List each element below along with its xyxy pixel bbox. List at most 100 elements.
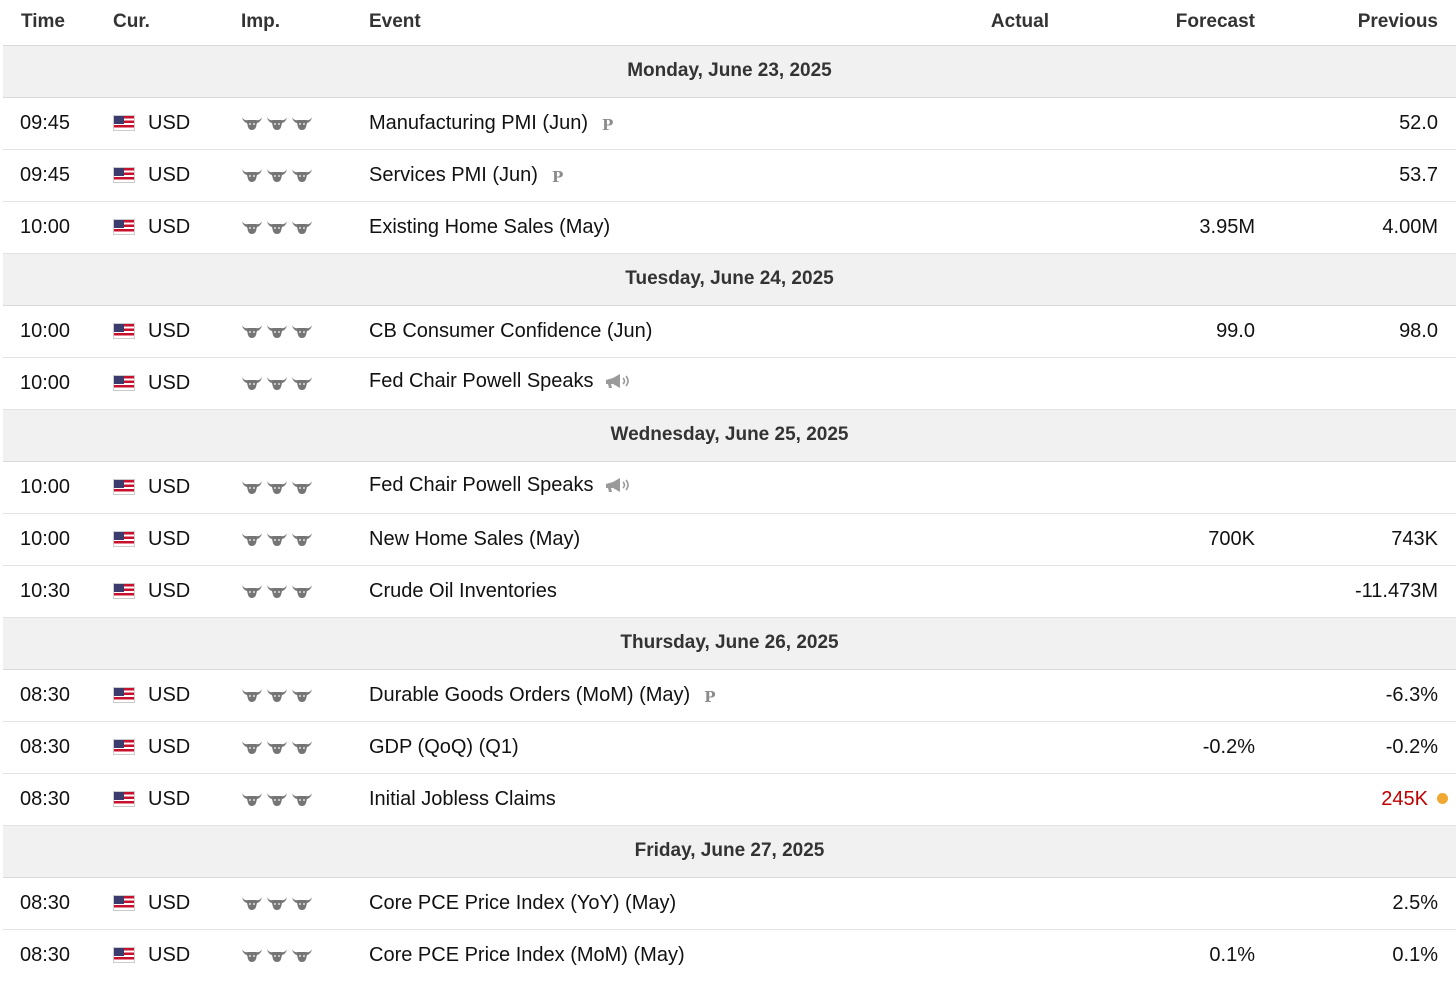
event-row[interactable]: 08:30 USD Durable Goods Orders (MoM) (May)… — [3, 669, 1456, 722]
importance-cell — [241, 97, 369, 150]
bull-icon — [242, 221, 262, 235]
previous-value: -6.3% — [1385, 683, 1438, 706]
actual-value — [901, 565, 1067, 618]
event-name[interactable]: Existing Home Sales (May) — [369, 216, 610, 238]
importance-cell — [241, 149, 369, 202]
us-flag-icon — [113, 946, 135, 963]
event-row[interactable]: 08:30 USD Core PCE Price Index (YoY) (May)… — [3, 877, 1456, 930]
previous-value: 743K — [1391, 527, 1438, 550]
event-name[interactable]: Core PCE Price Index (YoY) (May) — [369, 892, 676, 914]
actual-value — [901, 97, 1067, 150]
event-name[interactable]: New Home Sales (May) — [369, 528, 580, 550]
forecast-value — [1067, 669, 1273, 722]
header-actual[interactable]: Actual — [901, 0, 1067, 46]
actual-value — [901, 149, 1067, 202]
header-currency[interactable]: Cur. — [113, 0, 241, 46]
previous-cell: 245K — [1273, 773, 1456, 826]
bull-icon — [242, 689, 262, 703]
bull-icon — [292, 169, 312, 183]
event-name[interactable]: Fed Chair Powell Speaks — [369, 474, 594, 496]
event-row[interactable]: 10:00 USD Fed Chair Powell Speaks — [3, 461, 1456, 514]
previous-cell: 98.0 — [1273, 305, 1456, 358]
event-time: 10:00 — [3, 461, 113, 514]
event-name[interactable]: Manufacturing PMI (Jun) — [369, 112, 588, 134]
importance-bulls — [241, 687, 313, 703]
calendar-table: Time Cur. Imp. Event Actual Forecast Pre… — [3, 0, 1456, 981]
event-name[interactable]: Core PCE Price Index (MoM) (May) — [369, 944, 685, 966]
header-previous[interactable]: Previous — [1273, 0, 1456, 46]
bull-icon — [292, 377, 312, 391]
event-name[interactable]: GDP (QoQ) (Q1) — [369, 736, 519, 758]
bull-icon — [292, 689, 312, 703]
us-flag-icon — [113, 374, 135, 391]
bull-icon — [267, 585, 287, 599]
event-row[interactable]: 08:30 USD GDP (QoQ) (Q1) -0.2% -0.2% — [3, 721, 1456, 774]
previous-cell: -6.3% — [1273, 669, 1456, 722]
calendar-body: Monday, June 23, 2025 09:45 USD Manufacturi… — [3, 45, 1456, 981]
bull-icon — [267, 325, 287, 339]
header-importance[interactable]: Imp. — [241, 0, 369, 46]
actual-value — [901, 877, 1067, 930]
event-name[interactable]: Durable Goods Orders (MoM) (May) — [369, 684, 690, 706]
currency-cell: USD — [113, 461, 241, 514]
us-flag-icon — [113, 114, 135, 131]
previous-value: -11.473M — [1354, 579, 1438, 602]
event-cell: Crude Oil Inventories — [369, 565, 901, 618]
event-cell: Durable Goods Orders (MoM) (May) P — [369, 669, 901, 722]
event-row[interactable]: 10:30 USD Crude Oil Inventories -11.473M — [3, 565, 1456, 618]
event-cell: Fed Chair Powell Speaks — [369, 461, 901, 514]
forecast-value — [1067, 461, 1273, 514]
event-row[interactable]: 08:30 USD Core PCE Price Index (MoM) (May)… — [3, 929, 1456, 981]
us-flag-icon — [113, 322, 135, 339]
header-event[interactable]: Event — [369, 0, 901, 46]
event-name[interactable]: Initial Jobless Claims — [369, 788, 556, 810]
event-row[interactable]: 10:00 USD CB Consumer Confidence (Jun) 99.0… — [3, 305, 1456, 358]
bull-icon — [267, 377, 287, 391]
event-time: 08:30 — [3, 721, 113, 774]
currency-code: USD — [148, 527, 191, 550]
header-forecast[interactable]: Forecast — [1067, 0, 1273, 46]
day-header-row: Tuesday, June 24, 2025 — [3, 253, 1456, 306]
event-name[interactable]: Services PMI (Jun) — [369, 164, 538, 186]
bull-icon — [267, 897, 287, 911]
header-time[interactable]: Time — [3, 0, 113, 46]
currency-code: USD — [148, 579, 191, 602]
event-name[interactable]: CB Consumer Confidence (Jun) — [369, 320, 652, 342]
currency-code: USD — [148, 683, 191, 706]
importance-bulls — [241, 895, 313, 911]
us-flag-icon — [113, 686, 135, 703]
event-name[interactable]: Fed Chair Powell Speaks — [369, 370, 594, 392]
preliminary-icon: P — [601, 115, 614, 134]
currency-cell: USD — [113, 357, 241, 410]
previous-cell: 4.00M — [1273, 201, 1456, 254]
bull-icon — [267, 689, 287, 703]
forecast-value — [1067, 773, 1273, 826]
currency-cell: USD — [113, 929, 241, 981]
event-cell: Fed Chair Powell Speaks — [369, 357, 901, 410]
event-time: 08:30 — [3, 877, 113, 930]
importance-bulls — [241, 167, 313, 183]
forecast-value: 0.1% — [1067, 929, 1273, 981]
actual-value — [901, 513, 1067, 566]
event-row[interactable]: 10:00 USD New Home Sales (May) 700K 743K — [3, 513, 1456, 566]
economic-calendar: Time Cur. Imp. Event Actual Forecast Pre… — [0, 0, 1456, 981]
event-row[interactable]: 08:30 USD Initial Jobless Claims 245K — [3, 773, 1456, 826]
event-row[interactable]: 09:45 USD Manufacturing PMI (Jun) P 52.0 — [3, 97, 1456, 150]
us-flag-icon — [113, 478, 135, 495]
previous-cell: 52.0 — [1273, 97, 1456, 150]
event-name[interactable]: Crude Oil Inventories — [369, 580, 557, 602]
event-row[interactable]: 10:00 USD Fed Chair Powell Speaks — [3, 357, 1456, 410]
importance-cell — [241, 513, 369, 566]
previous-value: 98.0 — [1399, 319, 1438, 342]
event-row[interactable]: 10:00 USD Existing Home Sales (May) 3.95M 4.… — [3, 201, 1456, 254]
event-cell: New Home Sales (May) — [369, 513, 901, 566]
bull-icon — [242, 741, 262, 755]
event-row[interactable]: 09:45 USD Services PMI (Jun) P 53.7 — [3, 149, 1456, 202]
forecast-value — [1067, 565, 1273, 618]
revised-dot-icon — [1437, 792, 1448, 804]
actual-value — [901, 461, 1067, 514]
day-date: Thursday, June 26, 2025 — [3, 617, 1456, 670]
day-header-row: Wednesday, June 25, 2025 — [3, 409, 1456, 462]
event-cell: Initial Jobless Claims — [369, 773, 901, 826]
day-date: Friday, June 27, 2025 — [3, 825, 1456, 878]
